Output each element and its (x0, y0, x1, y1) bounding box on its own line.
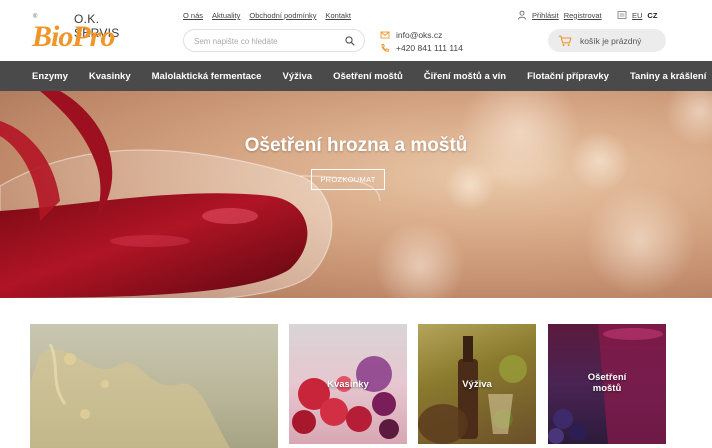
nav-item-cireni-mostu-a-vin[interactable]: Čiření moštů a vín (424, 71, 506, 82)
tile-juice-splash-image (30, 343, 230, 448)
cart-button[interactable]: košík je prázdný (548, 29, 666, 52)
explore-button[interactable]: PROZKOUMAT (311, 169, 385, 190)
link-news[interactable]: Aktuality (212, 11, 240, 20)
nav-item-kvasinky[interactable]: Kvasinky (89, 71, 131, 82)
language-eu[interactable]: EU (632, 11, 642, 20)
link-contact[interactable]: Kontakt (326, 11, 351, 20)
nav-item-taniny-a-krasleni[interactable]: Taniny a krášlení (630, 71, 706, 82)
tile-label-osetreni-mostu: Ošetření moštů (548, 372, 666, 394)
logo[interactable]: ® O.K. SERVIS BioPro (30, 10, 135, 52)
search-input[interactable] (194, 35, 334, 47)
phone-text: +420 841 111 114 (396, 42, 463, 53)
category-tile-juice[interactable] (30, 324, 278, 448)
phone-icon (381, 43, 390, 52)
contact-phone[interactable]: +420 841 111 114 (380, 41, 463, 54)
nav-item-vyziva[interactable]: Výživa (282, 71, 312, 82)
cart-label: košík je prázdný (580, 35, 642, 46)
hero-banner: Ošetření hrozna a moštů PROZKOUMAT (0, 91, 712, 298)
hero-title: Ošetření hrozna a moštů (244, 135, 468, 156)
link-about[interactable]: O nás (183, 11, 203, 20)
contact-email[interactable]: info@oks.cz (380, 28, 463, 41)
tile-label-line2: moštů (592, 383, 622, 394)
link-terms[interactable]: Obchodní podmínky (249, 11, 316, 20)
account-links: Přihlásit Registrovat (517, 10, 602, 20)
category-tile-kvasinky[interactable]: Kvasinky (289, 324, 407, 444)
nav-item-flotacni-pripravky[interactable]: Flotační přípravky (527, 71, 609, 82)
language-cz[interactable]: CZ (647, 11, 657, 20)
contact-info: info@oks.cz +420 841 111 114 (380, 28, 463, 54)
category-tile-vyziva[interactable]: Výživa (418, 324, 536, 444)
email-icon (380, 31, 390, 38)
language-icon (617, 11, 627, 19)
main-navigation: Enzymy Kvasinky Malolaktická fermentace … (0, 61, 712, 91)
header: ® O.K. SERVIS BioPro O nás Aktuality Obc… (0, 0, 712, 61)
nav-item-enzymy[interactable]: Enzymy (32, 71, 68, 82)
login-link[interactable]: Přihlásit (532, 11, 559, 20)
search-icon[interactable] (345, 36, 355, 46)
email-text: info@oks.cz (396, 29, 443, 40)
register-link[interactable]: Registrovat (564, 11, 602, 20)
tile-label-vyziva: Výživa (462, 379, 492, 390)
cart-icon (558, 35, 572, 46)
category-tile-osetreni-mostu[interactable]: Ošetření moštů (548, 324, 666, 444)
language-switcher: EU CZ (617, 10, 657, 20)
hero-wine-glass-image (0, 91, 712, 298)
nav-item-malolakticka-fermentace[interactable]: Malolaktická fermentace (152, 71, 262, 82)
search-box (183, 29, 365, 52)
tile-label-kvasinky: Kvasinky (327, 379, 369, 390)
tile-label-line1: Ošetření (587, 372, 627, 383)
nav-item-osetreni-mostu[interactable]: Ošetření moštů (333, 71, 403, 82)
user-icon (518, 10, 526, 20)
top-links: O nás Aktuality Obchodní podmínky Kontak… (183, 11, 351, 20)
logo-brand-name: BioPro (32, 20, 115, 53)
